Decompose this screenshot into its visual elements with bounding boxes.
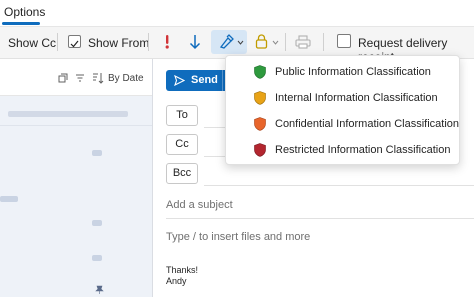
sort-icon[interactable] bbox=[92, 72, 104, 84]
to-button[interactable]: To bbox=[166, 105, 198, 126]
list-item-preview bbox=[92, 150, 102, 156]
show-from-checkbox[interactable] bbox=[68, 35, 81, 48]
print-icon[interactable] bbox=[295, 35, 311, 49]
ribbon-divider bbox=[148, 33, 149, 51]
show-cc-button[interactable]: Show Cc bbox=[8, 36, 56, 50]
subject-input[interactable]: Add a subject bbox=[166, 199, 233, 211]
menu-item-label: Restricted Information Classification bbox=[275, 144, 451, 156]
pin-icon[interactable] bbox=[95, 285, 104, 294]
sort-by-date[interactable]: By Date bbox=[108, 73, 144, 84]
menu-item-public[interactable]: Public Information Classification bbox=[226, 60, 459, 86]
ribbon-divider bbox=[323, 33, 324, 51]
sensitivity-menu: Public Information Classification Intern… bbox=[225, 55, 460, 165]
list-item-preview bbox=[92, 220, 102, 226]
subject-divider bbox=[166, 218, 474, 219]
ribbon-divider bbox=[285, 33, 286, 51]
body-editor[interactable]: Type / to insert files and more bbox=[166, 231, 310, 243]
sensitivity-icon bbox=[219, 34, 234, 49]
tab-options[interactable]: Options bbox=[4, 5, 45, 19]
select-icon[interactable] bbox=[58, 73, 68, 83]
list-item-preview bbox=[8, 111, 128, 117]
list-divider bbox=[0, 125, 152, 126]
menu-item-internal[interactable]: Internal Information Classification bbox=[226, 86, 459, 112]
red-shield-icon bbox=[254, 143, 266, 157]
send-button[interactable]: Send bbox=[166, 70, 222, 91]
chevron-down-icon bbox=[272, 40, 279, 45]
send-icon bbox=[174, 75, 185, 86]
tab-bar bbox=[0, 0, 474, 27]
menu-item-restricted[interactable]: Restricted Information Classification bbox=[226, 138, 459, 164]
signature-line: Thanks! bbox=[166, 265, 199, 275]
menu-item-label: Confidential Information Classification bbox=[275, 118, 460, 130]
request-receipt-checkbox[interactable] bbox=[337, 34, 351, 48]
list-item-preview bbox=[92, 255, 102, 261]
orange-shield-icon bbox=[254, 117, 266, 131]
high-importance-icon[interactable] bbox=[163, 34, 171, 50]
signature-line: Andy bbox=[166, 276, 187, 286]
bcc-field[interactable] bbox=[204, 185, 474, 186]
menu-item-label: Internal Information Classification bbox=[275, 92, 438, 104]
list-item-preview bbox=[0, 196, 18, 202]
menu-item-label: Public Information Classification bbox=[275, 66, 431, 78]
filter-icon[interactable] bbox=[75, 73, 85, 83]
check-icon bbox=[70, 40, 79, 48]
lock-icon[interactable] bbox=[255, 34, 268, 49]
yellow-shield-icon bbox=[254, 91, 266, 105]
menu-item-confidential[interactable]: Confidential Information Classification bbox=[226, 112, 459, 138]
chevron-down-icon bbox=[237, 40, 244, 45]
show-from-label[interactable]: Show From bbox=[88, 36, 149, 50]
green-shield-icon bbox=[254, 65, 266, 79]
send-label: Send bbox=[191, 74, 218, 86]
tab-active-indicator bbox=[2, 22, 40, 25]
ribbon-divider bbox=[57, 33, 58, 51]
low-importance-icon[interactable] bbox=[189, 34, 201, 50]
cc-button[interactable]: Cc bbox=[166, 134, 198, 155]
bcc-button[interactable]: Bcc bbox=[166, 163, 198, 184]
